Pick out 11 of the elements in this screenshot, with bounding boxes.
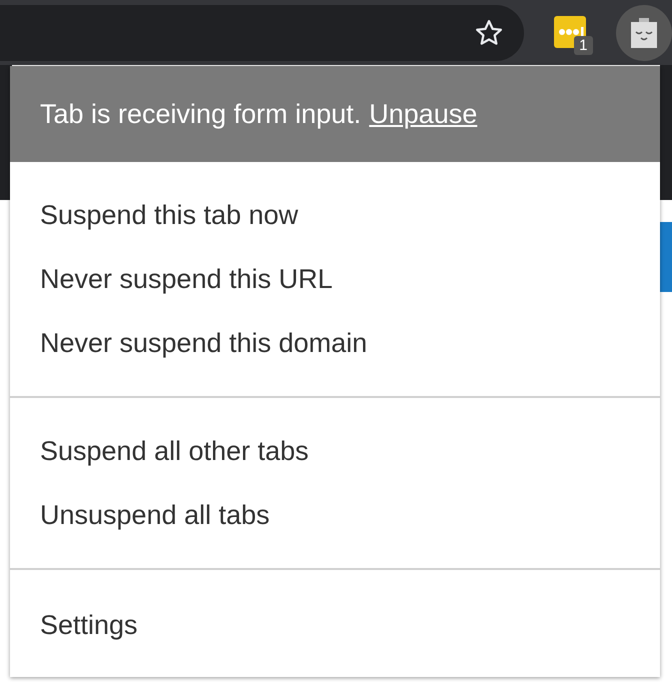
star-icon[interactable] <box>474 18 504 48</box>
menu-item[interactable]: Never suspend this domain <box>10 311 660 375</box>
menu-item[interactable]: Unsuspend all tabs <box>10 483 660 547</box>
notification-count: 1 <box>574 36 593 54</box>
extension-button[interactable]: 1 <box>554 16 600 60</box>
menu-item[interactable]: Suspend this tab now <box>10 183 660 247</box>
menu-item[interactable]: Settings <box>10 593 660 657</box>
menu-item[interactable]: Never suspend this URL <box>10 247 660 311</box>
notice-text: Tab is receiving form input. <box>40 98 362 130</box>
menu-item[interactable]: Suspend all other tabs <box>10 419 660 483</box>
unpause-link[interactable]: Unpause <box>369 98 478 130</box>
